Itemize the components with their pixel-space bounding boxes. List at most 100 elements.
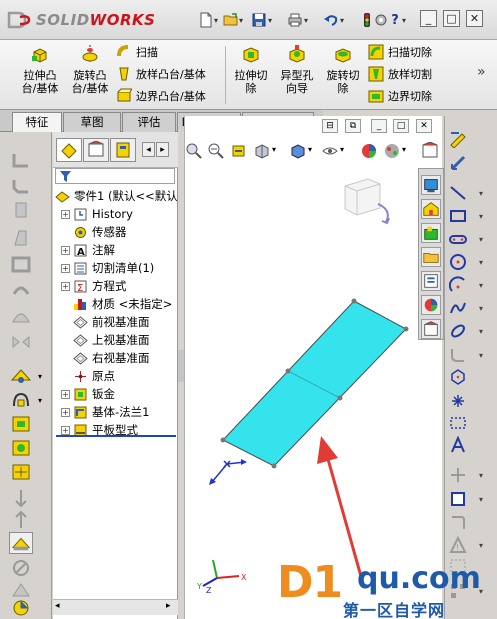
scroll-right-icon[interactable]: ▸: [166, 601, 171, 611]
vertex-point[interactable]: [337, 395, 343, 401]
feature-tree-item[interactable]: + 切割清单(1): [61, 259, 186, 277]
tab-scroll-left-icon[interactable]: ◂: [142, 142, 155, 157]
tab-scroll-right-icon[interactable]: ▸: [156, 142, 169, 157]
view-cube-icon[interactable]: [340, 174, 398, 230]
circle-icon[interactable]: [449, 253, 467, 271]
open-folder-icon[interactable]: [222, 11, 240, 29]
chamfer-icon[interactable]: [10, 176, 32, 196]
print-dropdown-icon[interactable]: ▾: [304, 16, 308, 25]
spline-dropdown-icon[interactable]: ▾: [479, 304, 483, 313]
polygon-icon[interactable]: [449, 368, 467, 386]
view-settings-icon[interactable]: [421, 142, 439, 160]
dome-icon[interactable]: [10, 306, 32, 326]
loft-boss-button[interactable]: 放样凸台/基体: [116, 64, 206, 83]
view-palette-icon[interactable]: [421, 271, 441, 291]
sweep-cut-button[interactable]: 扫描切除: [368, 42, 432, 61]
expand-toggle-icon[interactable]: +: [61, 407, 70, 417]
display-style-dropdown-icon[interactable]: ▾: [340, 145, 344, 154]
print-icon[interactable]: [286, 11, 304, 29]
previous-view-icon[interactable]: [230, 142, 248, 160]
draft-icon[interactable]: [10, 228, 32, 248]
fillet-sketch-icon[interactable]: [449, 346, 467, 364]
boundary-boss-button[interactable]: 边界凸台/基体: [116, 86, 206, 105]
more-commands-icon[interactable]: »: [477, 64, 486, 80]
expand-toggle-icon[interactable]: +: [61, 245, 70, 255]
graphics-area[interactable]: ⊟ ⧉ _ □ ✕ ▾ ▾ ▾ ▾ X Y Z: [184, 116, 442, 619]
line-icon[interactable]: [449, 184, 467, 202]
spline-icon[interactable]: [449, 299, 467, 317]
fillet-icon[interactable]: [10, 150, 32, 170]
plane-sketch-icon[interactable]: [449, 414, 467, 432]
boundary-cut-button[interactable]: 边界切除: [368, 86, 432, 105]
curves-dropdown-icon[interactable]: ▾: [38, 396, 42, 405]
tab-sketch[interactable]: 草图: [63, 112, 121, 132]
slot-dropdown-icon[interactable]: ▾: [479, 235, 483, 244]
hole-wizard-button[interactable]: 异型孔 向导: [274, 44, 320, 95]
zoom-to-area-icon[interactable]: [207, 142, 225, 160]
feature-tree-item[interactable]: + A 注解: [61, 241, 186, 259]
viewport-restore-icon[interactable]: ⧉: [345, 119, 361, 133]
section-view-icon[interactable]: [253, 142, 271, 160]
open-dropdown-icon[interactable]: ▾: [239, 16, 243, 25]
reference-geometry-icon[interactable]: [10, 366, 32, 386]
view-orientation-icon[interactable]: [289, 142, 307, 160]
convert-entities-icon[interactable]: [449, 490, 467, 508]
section-dropdown-icon[interactable]: ▾: [272, 145, 276, 154]
trim-dropdown-icon[interactable]: ▾: [479, 471, 483, 480]
extrude-boss-button[interactable]: 拉伸凸 台/基体: [16, 44, 64, 95]
display-style-icon[interactable]: [321, 142, 339, 160]
point-icon[interactable]: [449, 392, 467, 410]
origin-marker-icon[interactable]: [207, 454, 247, 488]
revolve-cut-button[interactable]: 旋转切 除: [320, 44, 366, 95]
expand-toggle-icon[interactable]: +: [61, 263, 70, 273]
maximize-button[interactable]: □: [443, 10, 460, 27]
feature-tree-item[interactable]: 材质 <未指定>: [73, 295, 198, 313]
tab-evaluate[interactable]: 评估: [122, 112, 176, 132]
save-dropdown-icon[interactable]: ▾: [268, 16, 272, 25]
unfold-icon[interactable]: [10, 580, 32, 600]
text-icon[interactable]: [449, 436, 467, 454]
viewport-tile-icon[interactable]: ⊟: [322, 119, 338, 133]
vertex-point[interactable]: [403, 326, 409, 332]
relations-dropdown-icon[interactable]: ▾: [479, 541, 483, 550]
smart-dimension-icon[interactable]: [449, 154, 467, 172]
ellipse-dropdown-icon[interactable]: ▾: [479, 327, 483, 336]
sheet-metal-icon[interactable]: [10, 438, 32, 458]
expand-toggle-icon[interactable]: +: [61, 209, 70, 219]
insert-bends-icon[interactable]: [10, 598, 32, 618]
rectangle-dropdown-icon[interactable]: ▾: [479, 212, 483, 221]
expand-toggle-icon[interactable]: +: [61, 389, 70, 399]
scene-dropdown-icon[interactable]: ▾: [402, 145, 406, 154]
convert-dropdown-icon[interactable]: ▾: [479, 495, 483, 504]
loft-cut-button[interactable]: 放样切割: [368, 64, 432, 83]
feature-tree-item[interactable]: + 钣金: [61, 385, 186, 403]
feature-tree-item[interactable]: + 基体-法兰1: [61, 403, 186, 421]
rectangle-icon[interactable]: [449, 207, 467, 225]
wrap-icon[interactable]: [10, 280, 32, 300]
minimize-button[interactable]: _: [420, 10, 437, 27]
featuremanager-tab[interactable]: [56, 138, 82, 162]
feature-tree-item[interactable]: 前视基准面: [73, 313, 198, 331]
viewport-maximize-icon[interactable]: □: [393, 119, 409, 133]
feature-tree-root[interactable]: 零件1 (默认<<默认: [55, 187, 180, 205]
circle-dropdown-icon[interactable]: ▾: [479, 258, 483, 267]
offset-entities-icon[interactable]: [449, 514, 467, 532]
mirror-icon[interactable]: [10, 332, 32, 352]
viewport-close-icon[interactable]: ✕: [416, 119, 432, 133]
weldments-icon[interactable]: [10, 462, 32, 482]
design-library-icon[interactable]: [421, 199, 441, 219]
curves-icon[interactable]: [10, 390, 32, 410]
feature-tree-item[interactable]: + History: [61, 205, 186, 223]
no-entry-icon[interactable]: [10, 558, 32, 578]
arc-icon[interactable]: [449, 276, 467, 294]
feature-tree-item[interactable]: + Σ 方程式: [61, 277, 186, 295]
tab-features[interactable]: 特征: [12, 112, 62, 133]
solidworks-resources-icon[interactable]: [421, 175, 441, 195]
appearances-scenes-icon[interactable]: [421, 295, 441, 315]
feature-tree-horizontal-scrollbar[interactable]: ◂ ▸: [53, 599, 178, 615]
orientation-dropdown-icon[interactable]: ▾: [308, 145, 312, 154]
trim-entities-icon[interactable]: [449, 466, 467, 484]
move-face-icon[interactable]: [10, 488, 32, 508]
line-dropdown-icon[interactable]: ▾: [479, 189, 483, 198]
custom-properties-icon[interactable]: [421, 319, 441, 339]
